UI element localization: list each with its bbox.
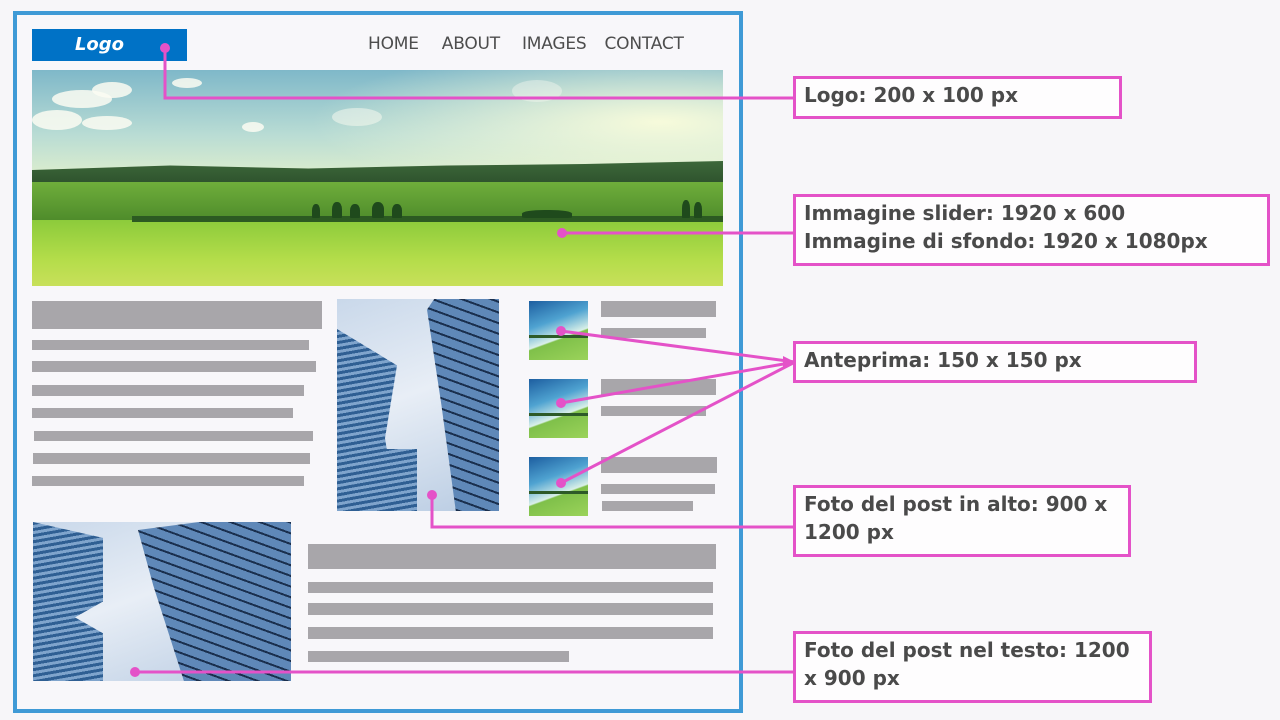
thumbnail-image [529,301,588,360]
annotation-line: Foto del post nel testo: 1200 [804,638,1130,662]
annotation-line: Immagine di sfondo: 1920 x 1080px [804,229,1208,253]
sidebar-text-placeholder [601,484,715,494]
sidebar-text-placeholder [601,406,706,416]
text-line-placeholder [32,476,304,486]
text-line-placeholder [32,340,309,350]
post-title-placeholder [32,301,322,329]
slider-image [32,70,723,286]
nav-images[interactable]: IMAGES [522,33,587,55]
nav-home[interactable]: HOME [368,33,419,55]
sidebar-title-placeholder [601,301,716,317]
nav-contact[interactable]: CONTACT [605,33,684,55]
text-line-placeholder [308,603,713,615]
thumbnail-image [529,457,588,516]
text-line-placeholder [32,361,316,372]
sidebar-title-placeholder [601,379,716,395]
text-line-placeholder [33,453,310,464]
annotation-thumbnail: Anteprima: 150 x 150 px [793,341,1197,383]
text-line-placeholder [308,582,713,593]
inline-post-photo [33,522,291,681]
post-title-placeholder [308,544,716,569]
annotation-text: Logo: 200 x 100 px [804,83,1019,107]
text-line-placeholder [308,651,569,662]
annotation-logo: Logo: 200 x 100 px [793,76,1122,119]
logo-placeholder[interactable]: Logo [32,29,187,61]
text-line-placeholder [32,385,304,396]
annotation-line: Immagine slider: 1920 x 600 [804,201,1126,225]
annotation-slider: Immagine slider: 1920 x 600 Immagine di … [793,194,1270,266]
sidebar-text-placeholder [601,328,706,338]
annotation-inline-photo: Foto del post nel testo: 1200 x 900 px [793,631,1152,703]
sidebar-title-placeholder [601,457,717,473]
annotation-featured-photo: Foto del post in alto: 900 x 1200 px [793,485,1131,557]
annotation-line: 1200 px [804,520,894,544]
annotation-text: Anteprima: 150 x 150 px [804,348,1082,372]
main-navigation: HOME ABOUT IMAGES CONTACT [368,33,684,55]
nav-about[interactable]: ABOUT [442,33,500,55]
text-line-placeholder [308,627,713,639]
annotation-line: Foto del post in alto: 900 x [804,492,1108,516]
text-line-placeholder [32,408,293,418]
thumbnail-image [529,379,588,438]
featured-post-photo [337,299,499,511]
sidebar-text-placeholder [602,501,693,511]
text-line-placeholder [34,431,313,441]
annotation-line: x 900 px [804,666,900,690]
